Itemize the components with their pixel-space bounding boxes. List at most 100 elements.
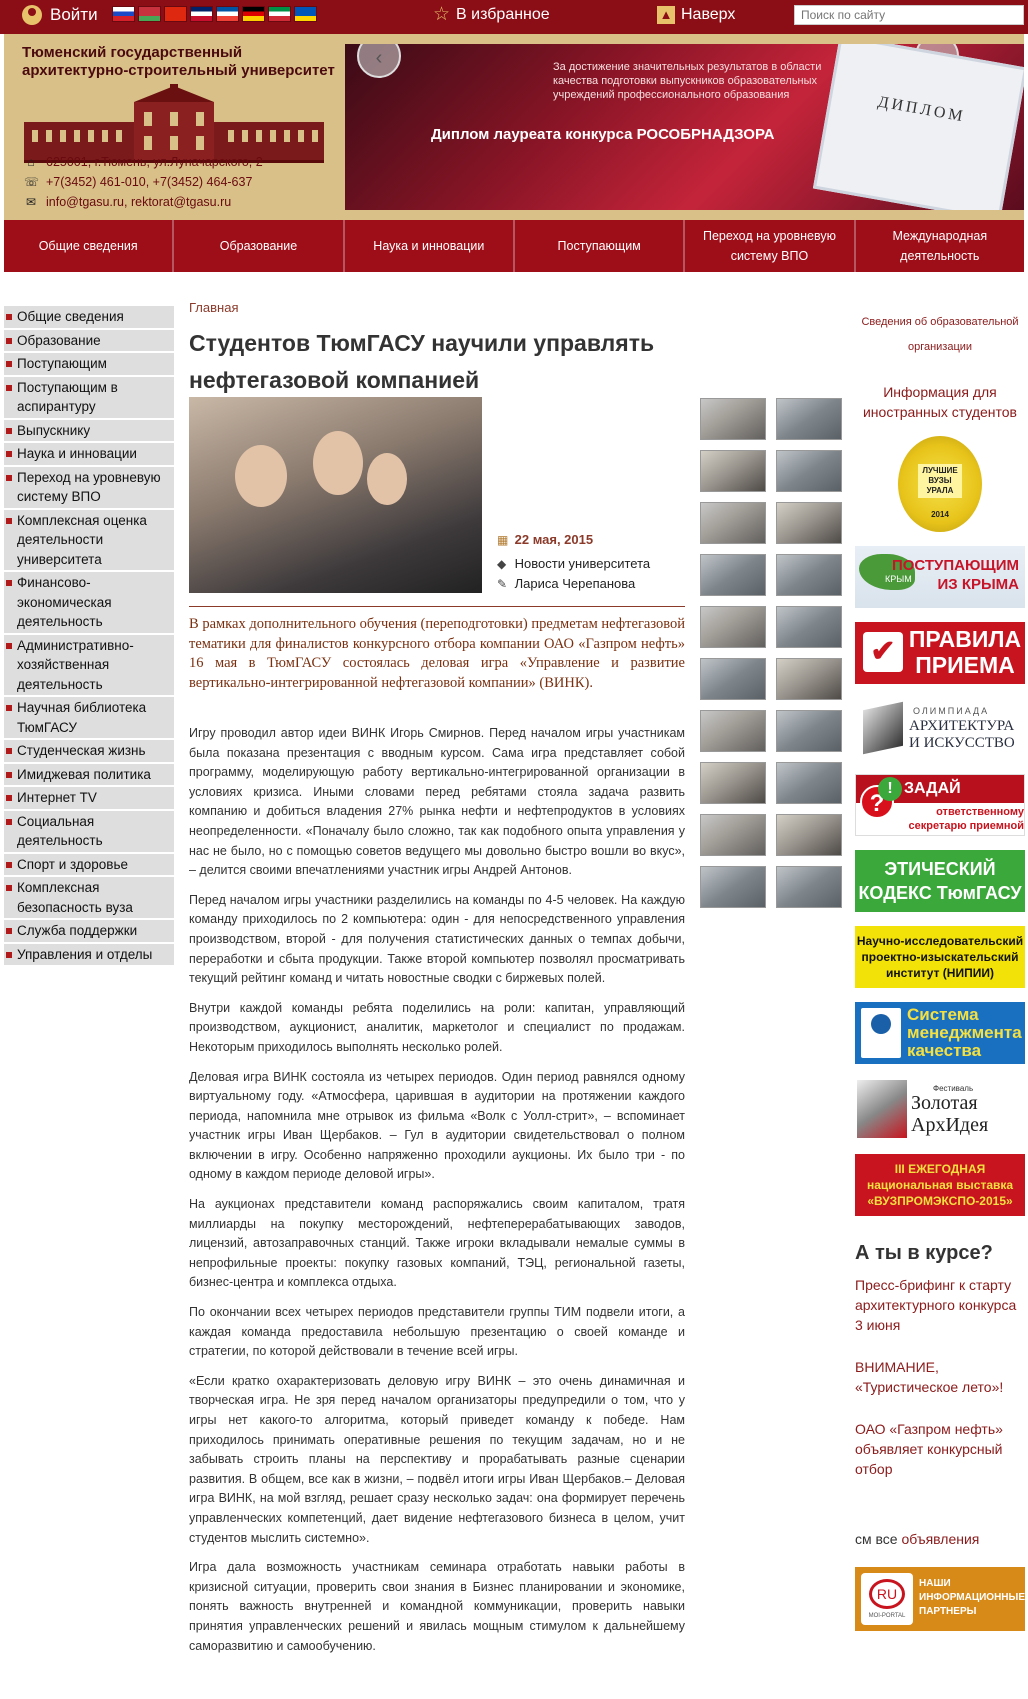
gallery-thumbnail[interactable]: [700, 710, 766, 752]
diploma-word: ДИПЛОМ: [876, 93, 967, 126]
russia-flag[interactable]: [112, 6, 135, 22]
nav-item-general[interactable]: Общие сведения: [4, 220, 175, 272]
nav-item-international[interactable]: Международная деятельность: [856, 220, 1024, 272]
foreign-students-link[interactable]: Информация для иностранных студентов: [855, 382, 1025, 422]
gallery-thumbnail[interactable]: [776, 762, 842, 804]
sidebar-menu-item[interactable]: Образование: [4, 329, 174, 353]
article-category[interactable]: Новости университета: [515, 556, 651, 571]
gallery-thumbnail[interactable]: [700, 814, 766, 856]
article-meta: ▦ 22 мая, 2015 ◆ Новости университета ✎ …: [497, 530, 650, 594]
gallery-thumbnail[interactable]: [700, 866, 766, 908]
sidebar-menu-item[interactable]: Интернет TV: [4, 787, 174, 811]
email-text[interactable]: info@tgasu.ru, rektorat@tgasu.ru: [46, 192, 231, 212]
sidebar-menu-item[interactable]: Имиджевая политика: [4, 763, 174, 787]
italy-flag[interactable]: [268, 6, 291, 22]
university-name-line1: Тюменский государственный: [22, 44, 243, 61]
gallery-thumbnail[interactable]: [776, 866, 842, 908]
login-label: Войти: [50, 5, 98, 24]
gallery-thumbnail[interactable]: [700, 606, 766, 648]
article-main-photo[interactable]: [189, 397, 482, 593]
sidebar-menu-item[interactable]: Наука и инновации: [4, 443, 174, 467]
gallery-thumbnail[interactable]: [776, 606, 842, 648]
sidebar-menu-item[interactable]: Переход на уровневую систему ВПО: [4, 466, 174, 510]
gallery-thumbnail[interactable]: [776, 814, 842, 856]
sidebar-menu-item[interactable]: Финансово-экономическая деятельность: [4, 572, 174, 635]
gallery-thumbnail[interactable]: [776, 450, 842, 492]
search-input[interactable]: [794, 5, 1024, 25]
gallery-thumbnail[interactable]: [776, 398, 842, 440]
gallery-thumbnail[interactable]: [776, 502, 842, 544]
svedenia-link[interactable]: Сведения об образовательной организации: [855, 310, 1025, 360]
nav-item-admission[interactable]: Поступающим: [515, 220, 686, 272]
gallery-thumbnail[interactable]: [700, 450, 766, 492]
nav-item-science[interactable]: Наука и инновации: [345, 220, 515, 272]
sidebar-menu-item[interactable]: Комплексная оценка деятельности универси…: [4, 509, 174, 572]
sidebar-menu-item[interactable]: Управления и отделы: [4, 943, 174, 967]
scroll-up-link[interactable]: ▲ Наверх: [657, 6, 735, 24]
sidebar-menu-item[interactable]: Служба поддержки: [4, 920, 174, 944]
sidebar-menu-item[interactable]: Поступающим: [4, 353, 174, 377]
gallery-thumbnail[interactable]: [700, 502, 766, 544]
uk-flag[interactable]: [190, 6, 213, 22]
olympiad-banner[interactable]: ОЛИМПИАДА АРХИТЕКТУРА И ИСКУССТВО: [855, 698, 1025, 760]
gallery-thumbnail[interactable]: [776, 658, 842, 700]
sidebar-menu-item[interactable]: Спорт и здоровье: [4, 853, 174, 877]
sidebar-menu-item[interactable]: Выпускнику: [4, 419, 174, 443]
breadcrumb-home[interactable]: Главная: [189, 300, 685, 315]
sidebar-menu-item[interactable]: Административно-хозяйственная деятельнос…: [4, 634, 174, 697]
moi-portal-logo: RU MOI-PORTAL: [861, 1573, 913, 1625]
sidebar-menu-item[interactable]: Студенческая жизнь: [4, 740, 174, 764]
france-flag[interactable]: [216, 6, 239, 22]
sidebar-menu-label: Управления и отделы: [17, 946, 153, 962]
ethics-code-banner[interactable]: ЭТИЧЕСКИЙ КОДЕКС ТюмГАСУ: [855, 850, 1025, 912]
belarus-flag[interactable]: [138, 6, 161, 22]
admission-rules-banner[interactable]: ✔ ПРАВИЛА ПРИЕМА: [855, 622, 1025, 684]
badge-text: ЛУЧШИЕ ВУЗЫ УРАЛА: [918, 464, 962, 498]
university-name[interactable]: Тюменский государственный архитектурно-с…: [22, 44, 342, 80]
gallery-thumbnail[interactable]: [700, 658, 766, 700]
news-item[interactable]: Пресс-брифинг к старту архитектурного ко…: [855, 1275, 1025, 1335]
sidebar-menu-item[interactable]: Научная библиотека ТюмГАСУ: [4, 697, 174, 740]
see-all-link[interactable]: объявления: [901, 1531, 979, 1547]
gallery-thumbnail[interactable]: [700, 554, 766, 596]
login-link[interactable]: Войти: [22, 5, 98, 25]
gallery-thumbnail[interactable]: [776, 710, 842, 752]
sidebar-menu-label: Финансово-экономическая деятельность: [17, 575, 112, 629]
article-paragraph: По окончании всех четырех периодов предс…: [189, 1305, 685, 1359]
banner-prev-button[interactable]: ‹: [357, 44, 401, 78]
ukraine-flag[interactable]: [294, 6, 317, 22]
gallery-thumbnail[interactable]: [776, 554, 842, 596]
vuzpromexpo-banner[interactable]: III ЕЖЕГОДНАЯ национальная выставка «ВУЗ…: [855, 1154, 1025, 1216]
media-partners-banner[interactable]: RU MOI-PORTAL НАШИ ИНФОРМАЦИОННЫЕ ПАРТНЕ…: [855, 1567, 1025, 1631]
article-paragraph: «Если кратко охарактеризовать деловую иг…: [189, 1373, 685, 1545]
header-banner[interactable]: ‹ › За достижение значительных результат…: [345, 44, 1024, 210]
news-item[interactable]: ОАО «Газпром нефть» объявляет конкурсный…: [855, 1419, 1025, 1479]
quality-management-banner[interactable]: Система менеджмента качества: [855, 1002, 1025, 1064]
china-flag[interactable]: [164, 6, 187, 22]
sidebar-menu-item[interactable]: Общие сведения: [4, 306, 174, 330]
best-universities-badge[interactable]: ЛУЧШИЕ ВУЗЫ УРАЛА 2014: [898, 436, 982, 532]
phone-text: +7(3452) 461-010, +7(3452) 464-637: [46, 175, 253, 189]
crimea-applicants-banner[interactable]: КРЫМ ПОСТУПАЮЩИМ ИЗ КРЫМА: [855, 546, 1025, 608]
gallery-thumbnail[interactable]: [700, 762, 766, 804]
bullet-square-icon: [6, 427, 12, 434]
sidebar-menu-item[interactable]: Социальная деятельность: [4, 810, 174, 854]
article-lead: В рамках дополнительного обучения (переп…: [189, 606, 685, 693]
golden-archidea-banner[interactable]: Фестиваль Золотая АрхИдея: [855, 1078, 1025, 1140]
niipi-banner[interactable]: Научно-исследовательский проектно-изыска…: [855, 926, 1025, 988]
news-item[interactable]: ВНИМАНИЕ, «Туристическое лето»!: [855, 1357, 1025, 1397]
rules-line1: ПРАВИЛА: [908, 626, 1022, 652]
nav-item-transition[interactable]: Переход на уровневую систему ВПО: [685, 220, 856, 272]
favorites-link[interactable]: ☆ В избранное: [433, 5, 550, 24]
sidebar-menu-item[interactable]: Комплексная безопасность вуза: [4, 877, 174, 920]
photo-figure: [367, 453, 407, 505]
ask-questions-banner[interactable]: ЗАДАЙ ВОПРОСЫ ? ! ответственному секрета…: [855, 774, 1025, 836]
nav-item-education[interactable]: Образование: [174, 220, 345, 272]
sidebar-menu-item[interactable]: Поступающим в аспирантуру: [4, 376, 174, 420]
sidebar-menu-label: Спорт и здоровье: [17, 856, 129, 872]
language-flags: [112, 6, 317, 22]
article-body: Игру проводил автор идеи ВИНК Игорь Смир…: [189, 724, 685, 1666]
gallery-thumbnail[interactable]: [700, 398, 766, 440]
germany-flag[interactable]: [242, 6, 265, 22]
bullet-square-icon: [6, 861, 12, 868]
